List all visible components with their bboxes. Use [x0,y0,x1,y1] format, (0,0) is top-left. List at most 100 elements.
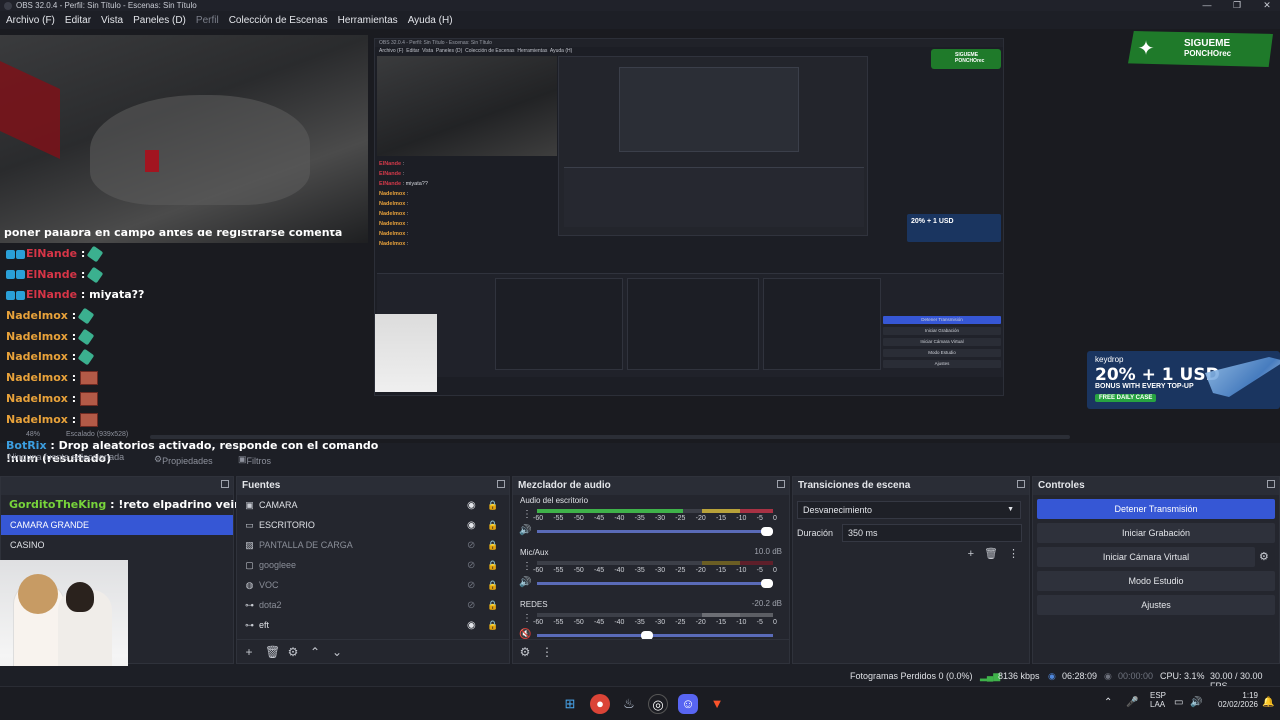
studio-mode-button[interactable]: Modo Estudio [1037,571,1275,591]
speaker-icon[interactable]: 🔊 [519,577,531,588]
settings-button[interactable]: Ajustes [1037,595,1275,615]
discord-icon[interactable]: ☺ [678,694,698,714]
windows-start-icon[interactable]: ⊞ [560,694,580,714]
channel-db: 10.0 dB [754,547,782,556]
mixer-undock-icon[interactable] [777,480,785,488]
brave-icon[interactable]: ▼ [707,694,727,714]
visibility-eye-icon[interactable]: ⊘ [467,580,475,591]
transitions-undock-icon[interactable] [1017,480,1025,488]
meter-tick-label: -25 [675,515,686,522]
photo-head-right [66,582,94,612]
lock-icon[interactable]: 🔒 [487,500,498,511]
transition-select[interactable]: Desvanecimiento ▼ [797,501,1021,519]
filters-button[interactable]: ▣ Filtros [238,454,271,466]
chevron-down-icon: ▼ [1007,506,1014,513]
clock[interactable]: 1:19 02/02/2026 [1212,691,1258,709]
steam-icon[interactable]: ♨ [619,694,639,714]
lock-icon[interactable]: 🔒 [487,600,498,611]
add-source-icon[interactable]: + [243,645,255,659]
menu-editar[interactable]: Editar [65,15,91,26]
visibility-eye-icon[interactable]: ◉ [467,620,476,631]
channel-menu-icon[interactable]: ⋮ [522,509,532,520]
source-item[interactable]: ▣ CAMARA ◉ 🔒 [237,495,509,515]
duration-input[interactable]: 350 ms [842,524,1022,542]
microphone-icon[interactable]: 🎤 [1126,697,1138,708]
lock-icon[interactable]: 🔒 [487,540,498,551]
menu-vista[interactable]: Vista [101,15,123,26]
keydrop-ad-overlay: keydrop 20% + 1 USD BONUS WITH EVERY TOP… [1087,351,1280,409]
volume-icon[interactable]: 🔊 [1190,697,1202,708]
visibility-eye-icon[interactable]: ⊘ [467,560,475,571]
volume-slider-knob[interactable] [761,579,773,588]
chat-text: : [77,267,86,281]
sources-undock-icon[interactable] [497,480,505,488]
menu-archivo[interactable]: Archivo (F) [6,15,55,26]
minimize-button[interactable]: — [1192,0,1222,11]
chat-badge-icon [6,290,15,300]
chrome-icon[interactable]: ● [590,694,610,714]
nested-twitter-overlay: SIGUEME PONCHOrec [931,49,1001,69]
lock-icon[interactable]: 🔒 [487,520,498,531]
volume-slider[interactable] [537,527,773,536]
source-settings-icon[interactable]: ⚙ [287,645,299,659]
webcam-red-detail [145,150,159,172]
tray-chevron-icon[interactable]: ⌃ [1104,697,1112,708]
start-recording-button[interactable]: Iniciar Grabación [1037,523,1275,543]
monitor-icon[interactable]: ▭ [1174,697,1183,708]
zoom-level: 48% [26,431,41,438]
source-item[interactable]: ◍ VOC ⊘ 🔒 [237,575,509,595]
dropped-frames: Fotogramas Perdidos 0 (0.0%) [850,671,973,681]
visibility-eye-icon[interactable]: ⊘ [467,600,475,611]
menu-ayuda[interactable]: Ayuda (H) [408,15,453,26]
scene-camara-grande[interactable]: CAMARA GRANDE [1,515,233,535]
visibility-eye-icon[interactable]: ◉ [467,520,476,531]
channel-menu-icon[interactable]: ⋮ [522,613,532,624]
visibility-eye-icon[interactable]: ⊘ [467,540,475,551]
speaker-icon[interactable]: 🔊 [519,525,531,536]
source-item[interactable]: ▢ googleee ⊘ 🔒 [237,555,509,575]
close-button[interactable]: ✕ [1252,0,1280,11]
nested-couple-photo [375,314,437,392]
add-transition-icon[interactable]: + [968,548,974,560]
mixer-settings-icon[interactable]: ⚙ [519,645,531,659]
properties-button[interactable]: ⚙ Propiedades [154,454,213,466]
start-virtual-camera-button[interactable]: Iniciar Cámara Virtual [1037,547,1255,567]
nested-screen [558,56,868,236]
notification-bell-icon[interactable]: 🔔 [1262,697,1274,708]
source-item[interactable]: ⊶ eft ◉ 🔒 [237,615,509,635]
menu-herramientas[interactable]: Herramientas [338,15,398,26]
source-item[interactable]: ⊶ dota2 ⊘ 🔒 [237,595,509,615]
menu-coleccion-escenas[interactable]: Colección de Escenas [229,15,328,26]
scene-casino[interactable]: CASINO [1,535,233,555]
lock-icon[interactable]: 🔒 [487,580,498,591]
volume-slider[interactable] [537,631,773,640]
move-up-icon[interactable]: ⌃ [309,645,321,659]
lock-icon[interactable]: 🔒 [487,620,498,631]
source-item[interactable]: ▨ PANTALLA DE CARGA ⊘ 🔒 [237,535,509,555]
preview-canvas[interactable]: OBS 32.0.4 - Perfil: Sin Título - Escena… [0,29,1280,443]
move-down-icon[interactable]: ⌄ [331,645,343,659]
controls-undock-icon[interactable] [1267,480,1275,488]
virtual-camera-gear-icon[interactable]: ⚙ [1259,550,1269,563]
volume-slider-knob[interactable] [761,527,773,536]
menu-paneles[interactable]: Paneles (D) [133,15,186,26]
remove-transition-icon[interactable]: 🗑 [984,548,998,560]
transition-menu-icon[interactable]: ⋮ [1008,548,1019,560]
meter-tick-label: -5 [756,567,763,574]
visibility-eye-icon[interactable]: ◉ [467,500,476,511]
obs-taskbar-icon[interactable]: ◎ [648,694,668,714]
docks-area: GorditoTheKing : !reto elpadrino veinte … [0,476,1280,664]
maximize-button[interactable]: ❐ [1222,0,1252,11]
menu-perfil[interactable]: Perfil [196,15,219,26]
source-label: CAMARA [259,500,298,510]
lock-icon[interactable]: 🔒 [487,560,498,571]
remove-source-icon[interactable]: 🗑 [265,645,280,659]
language-indicator[interactable]: ESP LAA [1150,691,1166,709]
stop-streaming-button[interactable]: Detener Transmisión [1037,499,1275,519]
channel-menu-icon[interactable]: ⋮ [522,561,532,572]
volume-slider[interactable] [537,579,773,588]
chat-cut-line: poner palabra en campo antes de registra… [4,230,343,239]
mixer-menu-icon[interactable]: ⋮ [541,645,553,659]
source-item[interactable]: ▭ ESCRITORIO ◉ 🔒 [237,515,509,535]
scenes-undock-icon[interactable] [221,480,229,488]
